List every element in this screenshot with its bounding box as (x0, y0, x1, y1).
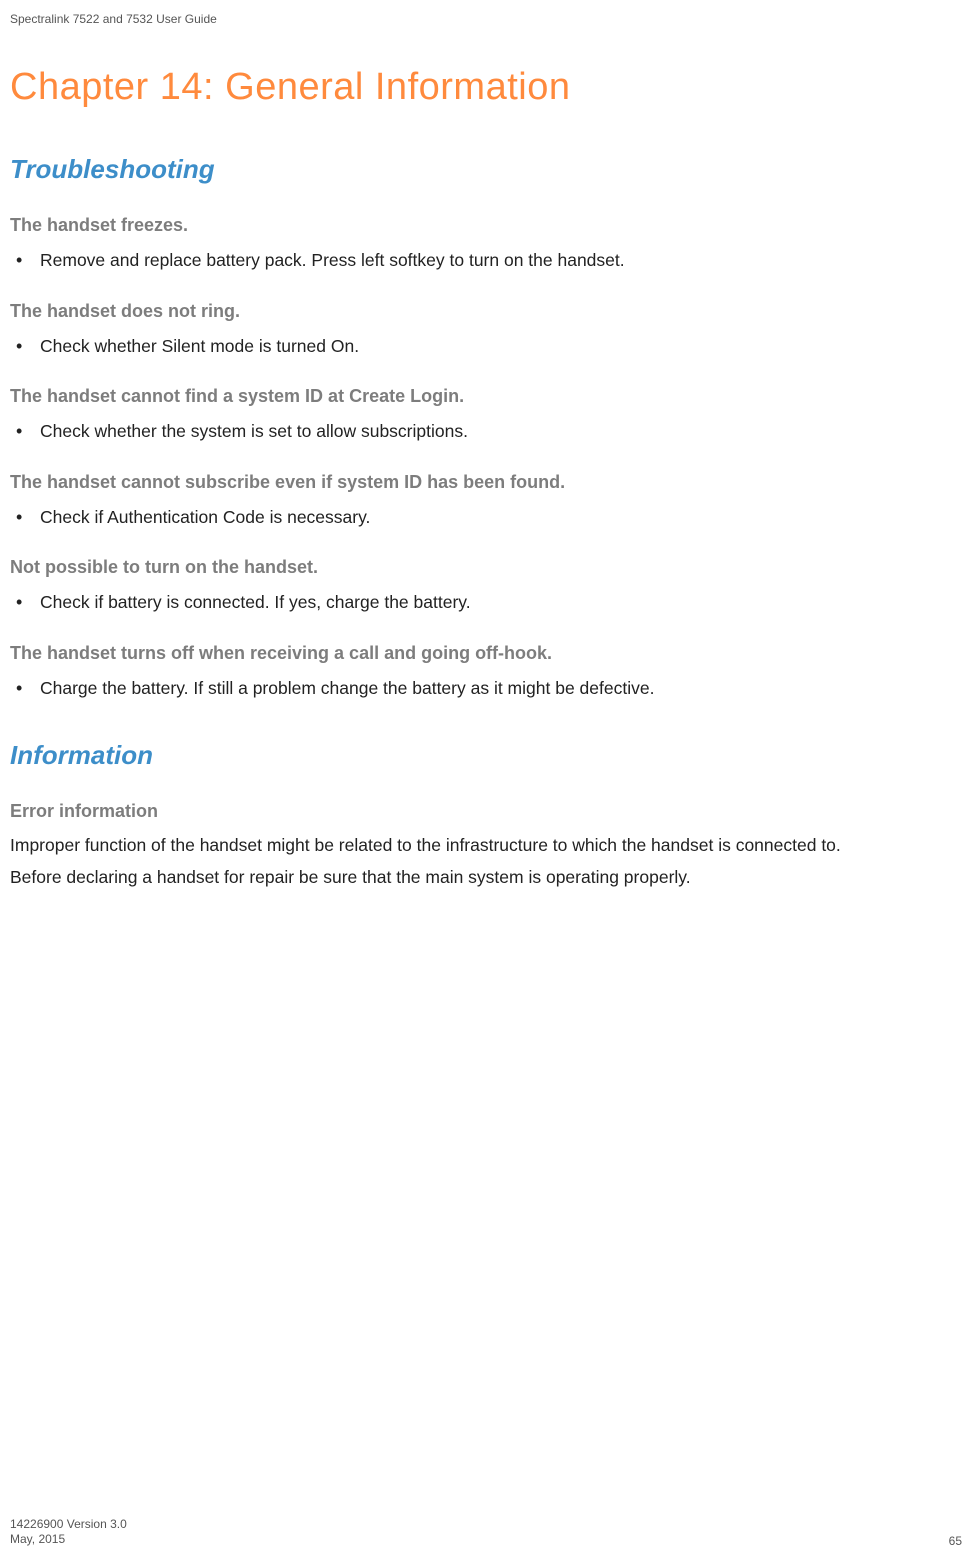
section-title-troubleshooting: Troubleshooting (10, 154, 962, 185)
info-para-2: Before declaring a handset for repair be… (10, 866, 962, 890)
ts-heading-3: The handset cannot subscribe even if sys… (10, 472, 962, 493)
info-error-heading: Error information (10, 801, 962, 822)
section-title-information: Information (10, 740, 962, 771)
ts-bullet-1: Check whether Silent mode is turned On. (10, 334, 962, 359)
footer-version: 14226900 Version 3.0 (10, 1517, 127, 1533)
info-para-1: Improper function of the handset might b… (10, 834, 962, 858)
ts-list-3: Check if Authentication Code is necessar… (10, 505, 962, 530)
page-footer: 14226900 Version 3.0 May, 2015 65 (10, 1517, 962, 1548)
ts-heading-0: The handset freezes. (10, 215, 962, 236)
footer-left: 14226900 Version 3.0 May, 2015 (10, 1517, 127, 1548)
ts-heading-1: The handset does not ring. (10, 301, 962, 322)
document-header: Spectralink 7522 and 7532 User Guide (10, 12, 962, 26)
ts-list-4: Check if battery is connected. If yes, c… (10, 590, 962, 615)
chapter-title: Chapter 14: General Information (10, 66, 962, 109)
ts-heading-4: Not possible to turn on the handset. (10, 557, 962, 578)
ts-bullet-5: Charge the battery. If still a problem c… (10, 676, 962, 701)
footer-date: May, 2015 (10, 1532, 127, 1548)
ts-bullet-2: Check whether the system is set to allow… (10, 419, 962, 444)
ts-list-2: Check whether the system is set to allow… (10, 419, 962, 444)
ts-heading-2: The handset cannot find a system ID at C… (10, 386, 962, 407)
ts-list-5: Charge the battery. If still a problem c… (10, 676, 962, 701)
ts-heading-5: The handset turns off when receiving a c… (10, 643, 962, 664)
ts-list-1: Check whether Silent mode is turned On. (10, 334, 962, 359)
ts-bullet-3: Check if Authentication Code is necessar… (10, 505, 962, 530)
ts-list-0: Remove and replace battery pack. Press l… (10, 248, 962, 273)
footer-page-number: 65 (949, 1534, 962, 1548)
ts-bullet-0: Remove and replace battery pack. Press l… (10, 248, 962, 273)
ts-bullet-4: Check if battery is connected. If yes, c… (10, 590, 962, 615)
